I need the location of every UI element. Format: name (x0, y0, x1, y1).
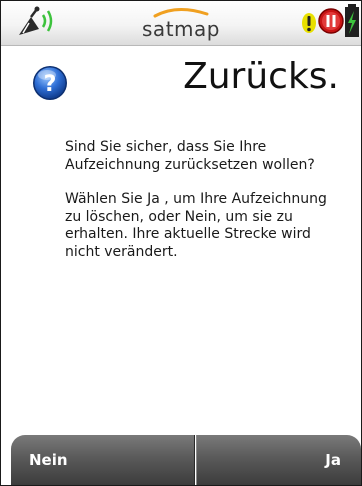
yes-button[interactable]: Ja (196, 435, 361, 485)
help-question-icon: ? (33, 66, 67, 100)
page-title: Zurücks. (183, 56, 339, 97)
brand-name: satmap (142, 17, 220, 41)
svg-text:?: ? (44, 72, 57, 97)
status-bar: satmap (1, 1, 361, 46)
warning-icon[interactable] (299, 11, 319, 35)
message-paragraph-instructions: Wählen Sie Ja , um Ihre Aufzeichnung zu … (65, 191, 327, 260)
message-paragraph-question: Sind Sie sicher, dass Sie Ihre Aufzeichn… (65, 139, 315, 173)
device-screen: satmap ? Zurücks. Sind Sie sicher, dass … (0, 0, 362, 486)
dialog-message: Sind Sie sicher, dass Sie Ihre Aufzeichn… (65, 139, 335, 278)
no-button[interactable]: Nein (11, 435, 195, 485)
battery-icon (345, 4, 359, 37)
